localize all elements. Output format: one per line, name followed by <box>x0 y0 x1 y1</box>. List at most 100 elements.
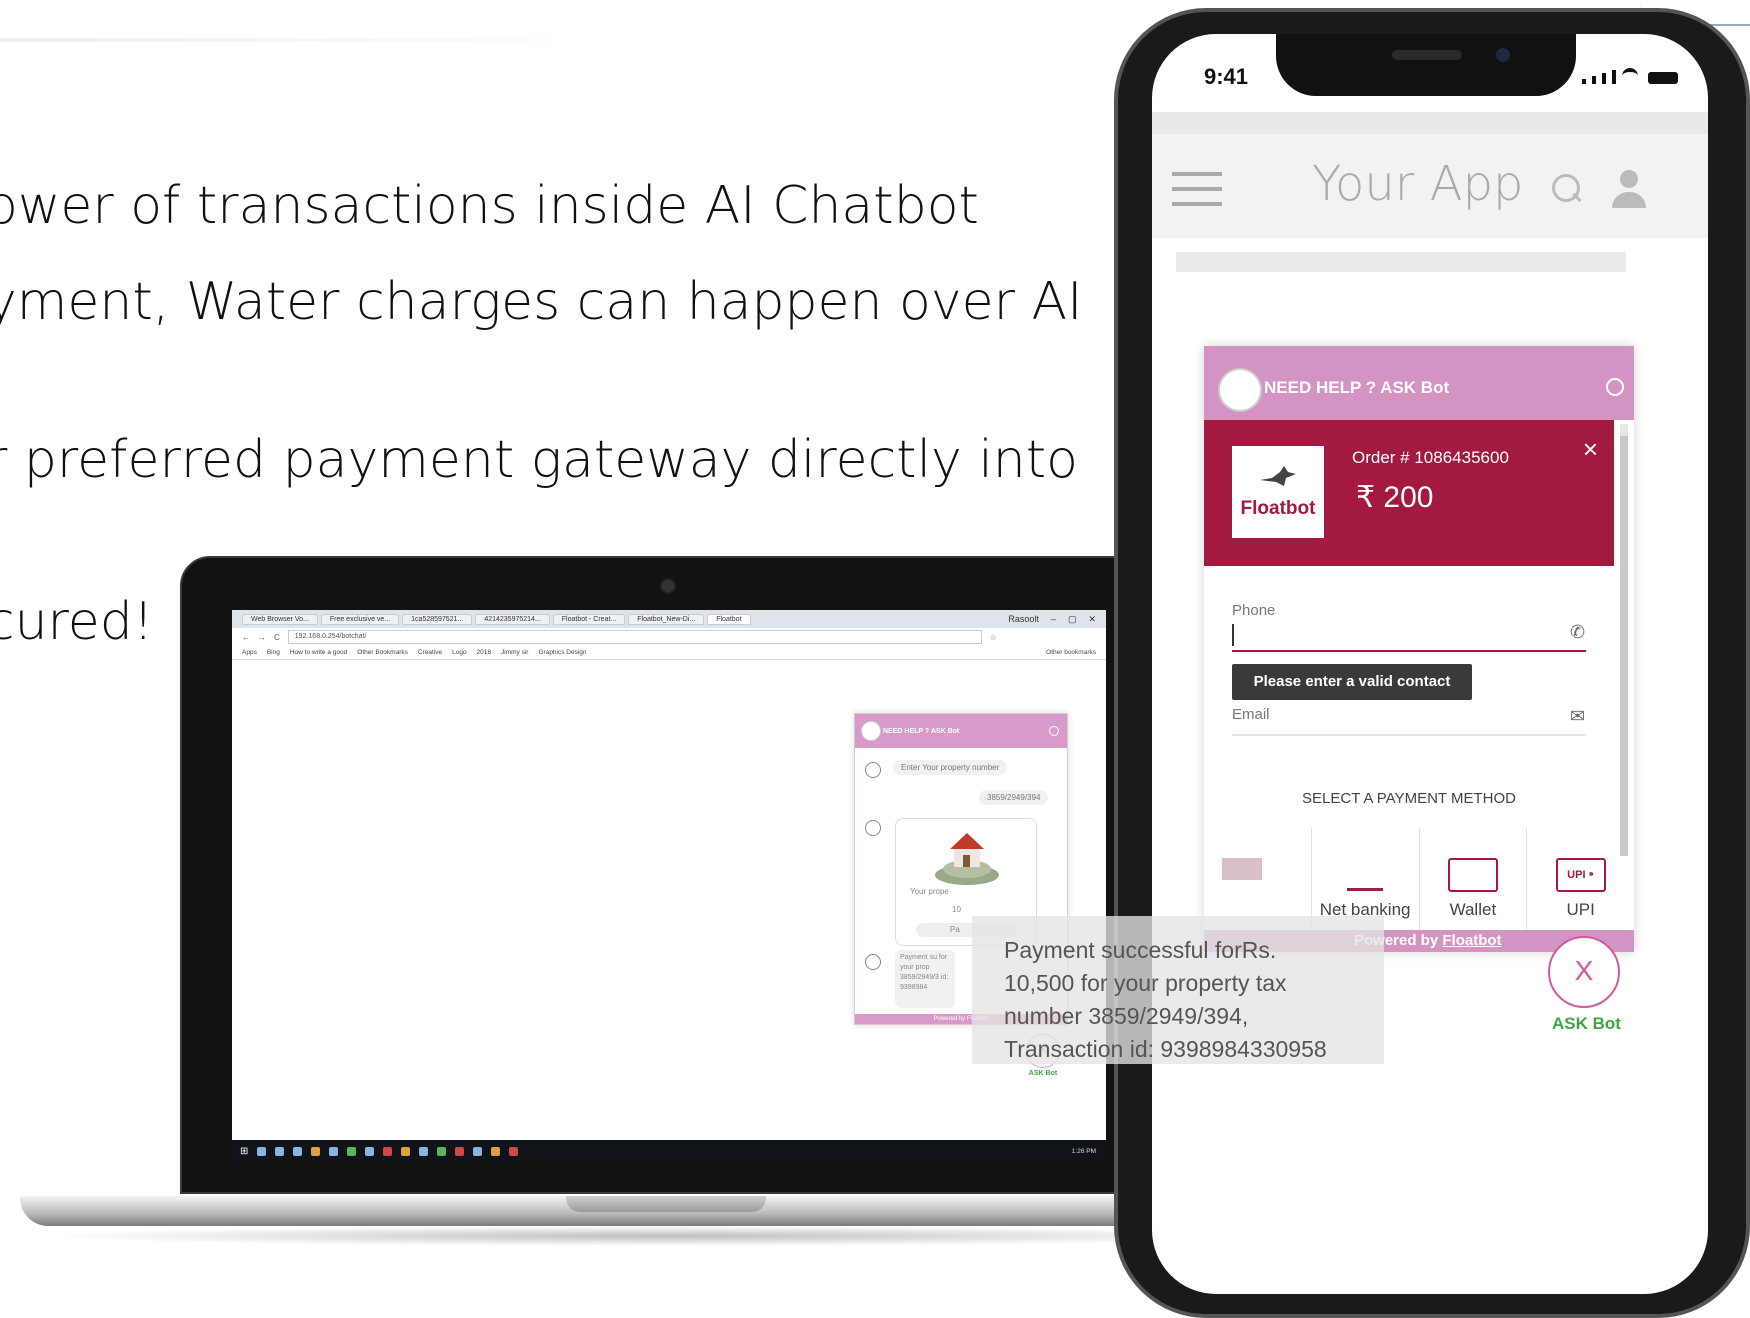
browser-tab[interactable]: Floatbot_New-Di... <box>628 613 705 625</box>
taskbar-app-icon[interactable] <box>383 1146 393 1156</box>
laptop-base-notch <box>566 1196 766 1212</box>
laptop-mockup: Web Browser Vo... Free exclusive ve... 1… <box>180 556 1150 1198</box>
browser-tab[interactable]: 4214235975214... <box>475 613 550 625</box>
signal-bar-icon <box>1592 76 1596 84</box>
bookmark-item[interactable]: Graphics Design <box>538 649 586 656</box>
bookmarks-bar: Apps Bing How to write a good Other Book… <box>232 646 1106 660</box>
floatbot-link[interactable]: Floatbot <box>1442 932 1501 949</box>
browser-tab-active[interactable]: Floatbot <box>707 613 751 625</box>
app-header: Your App <box>1152 134 1708 238</box>
bank-icon <box>1347 858 1384 891</box>
status-icons <box>1582 68 1678 84</box>
hamburger-menu-icon[interactable] <box>1172 172 1222 208</box>
bot-message: Enter Your property number <box>893 760 1008 775</box>
slide-text-line-1: ower of transactions inside AI Chatbot <box>0 176 979 236</box>
bookmark-item[interactable]: Other Bookmarks <box>357 649 408 656</box>
bookmark-item[interactable]: Jimmy sir <box>501 649 528 656</box>
browser-tab[interactable]: 1ca528597521... <box>402 613 473 625</box>
merchant-logo-text: Floatbot <box>1240 498 1316 519</box>
browser-tab[interactable]: Floatbot - Creat... <box>552 613 626 625</box>
scrollbar-thumb[interactable] <box>1620 436 1628 856</box>
browser-tab[interactable]: Free exclusive ve... <box>320 613 400 625</box>
phone-screen: 9:41 Your App NEED HELP ? ASK Bot Floatb… <box>1152 34 1708 1294</box>
order-summary: Floatbot Order # 1086435600 ₹ 200 × <box>1204 420 1614 566</box>
taskbar-app-icon[interactable] <box>275 1146 285 1156</box>
bot-avatar-icon <box>865 954 881 970</box>
signal-bar-icon <box>1612 70 1616 84</box>
order-number: Order # 1086435600 <box>1352 448 1509 467</box>
taskbar-app-icon[interactable] <box>257 1146 267 1156</box>
address-bar: ← → C 192.168.0.254/botchat/ ☆ <box>232 628 1106 646</box>
taskbar-app-icon[interactable] <box>347 1146 357 1156</box>
reload-icon[interactable]: C <box>274 633 280 642</box>
close-icon[interactable]: × <box>1583 434 1598 465</box>
order-amount: ₹ 200 <box>1356 481 1434 514</box>
taskbar-app-icon[interactable] <box>365 1146 375 1156</box>
battery-icon <box>1648 72 1678 84</box>
back-icon[interactable]: ← <box>242 633 250 642</box>
bookmark-item[interactable]: How to write a good <box>290 649 347 656</box>
bookmark-item[interactable]: 2018 <box>477 649 491 656</box>
phone-icon: ✆ <box>1570 622 1586 642</box>
windows-start-icon[interactable]: ⊞ <box>240 1146 248 1157</box>
status-strip <box>1152 112 1708 134</box>
payment-option-wallet[interactable]: Wallet <box>1418 828 1527 932</box>
header-divider <box>0 38 620 42</box>
taskbar-app-icon[interactable] <box>509 1146 519 1156</box>
url-field[interactable]: 192.168.0.254/botchat/ <box>287 630 982 644</box>
payment-option-upi[interactable]: UPI ⁍ UPI <box>1526 828 1634 932</box>
merchant-logo: Floatbot <box>1232 446 1324 538</box>
phone-field-label: Phone <box>1232 602 1276 619</box>
taskbar-app-icon[interactable] <box>419 1146 429 1156</box>
maximize-icon[interactable]: ▢ <box>1068 614 1077 625</box>
laptop-chat-header: NEED HELP ? ASK Bot <box>855 714 1067 748</box>
card-caption: Your prope <box>910 887 949 896</box>
house-money-icon <box>935 833 999 885</box>
bookmark-item[interactable]: Creative <box>418 649 442 656</box>
taskbar-app-icon[interactable] <box>491 1146 501 1156</box>
bookmark-item[interactable]: Logo <box>452 649 466 656</box>
slide-text-line-4: cured! <box>0 592 154 652</box>
slide-text-line-3: r preferred payment gateway directly int… <box>0 430 1078 490</box>
close-icon[interactable]: ✕ <box>1088 614 1096 625</box>
phone-notch <box>1276 34 1576 96</box>
signal-bar-icon <box>1602 73 1606 84</box>
taskbar-app-icon[interactable] <box>473 1146 483 1156</box>
minimize-icon[interactable] <box>1606 378 1624 396</box>
user-icon[interactable] <box>1620 170 1638 188</box>
laptop-chat-title: NEED HELP ? ASK Bot <box>883 727 960 735</box>
taskbar-app-icon[interactable] <box>401 1146 411 1156</box>
other-bookmarks[interactable]: Other bookmarks <box>1046 649 1106 656</box>
speaker-grille <box>1392 50 1462 60</box>
signal-bar-icon <box>1582 79 1586 84</box>
browser-tab[interactable]: Web Browser Vo... <box>242 613 318 625</box>
bookmark-item[interactable]: Apps <box>242 649 257 656</box>
bird-logo-icon <box>1260 466 1296 486</box>
ask-bot-button[interactable]: X <box>1548 936 1620 1008</box>
chatbot-title: NEED HELP ? ASK Bot <box>1264 378 1450 397</box>
bookmark-star-icon[interactable]: ☆ <box>990 633 997 642</box>
browser-tab-bar: Web Browser Vo... Free exclusive ve... 1… <box>232 610 1106 628</box>
taskbar-app-icon[interactable] <box>329 1146 339 1156</box>
chatbot-header: NEED HELP ? ASK Bot <box>1204 346 1634 420</box>
phone-input[interactable] <box>1232 650 1586 652</box>
taskbar-app-icon[interactable] <box>311 1146 321 1156</box>
email-input[interactable] <box>1232 734 1586 736</box>
payment-option-label: Wallet <box>1449 900 1497 919</box>
payment-option-label: UPI <box>1566 900 1595 919</box>
floatbot-logo-icon <box>1218 368 1262 412</box>
validation-tooltip: Please enter a valid contact number <box>1232 664 1472 726</box>
minimize-icon[interactable]: – <box>1051 614 1056 625</box>
forward-icon[interactable]: → <box>258 633 266 642</box>
email-icon: ✉ <box>1570 706 1586 726</box>
status-time: 9:41 <box>1204 64 1249 89</box>
taskbar-app-icon[interactable] <box>437 1146 447 1156</box>
wallet-icon <box>1447 858 1498 892</box>
minimize-icon[interactable] <box>1049 726 1059 736</box>
bookmark-item[interactable]: Bing <box>267 649 280 656</box>
upi-icon: UPI ⁍ <box>1555 858 1606 892</box>
payment-success-toast: Payment successful forRs. 10,500 for you… <box>972 916 1384 1064</box>
taskbar-app-icon[interactable] <box>455 1146 465 1156</box>
wifi-icon <box>1622 68 1638 84</box>
taskbar-app-icon[interactable] <box>293 1146 303 1156</box>
